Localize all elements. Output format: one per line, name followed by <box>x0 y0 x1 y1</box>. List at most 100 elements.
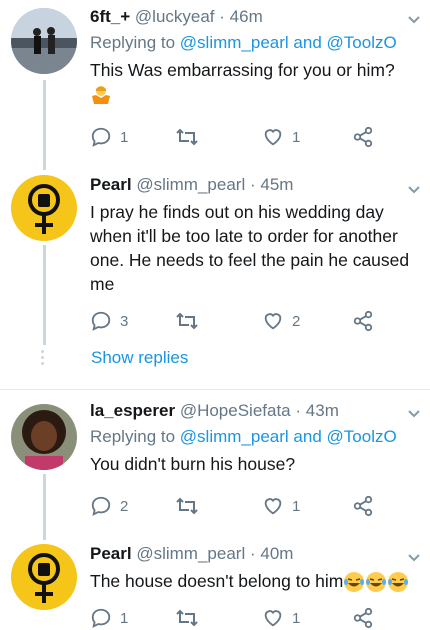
user-handle[interactable]: @slimm_pearl <box>136 544 245 563</box>
like-icon <box>264 498 282 515</box>
retweet-button[interactable] <box>175 309 199 333</box>
share-icon <box>353 607 373 629</box>
separator-dot: · <box>295 401 302 420</box>
tweet-header: la_esperer @HopeSiefata · 43m <box>90 400 418 422</box>
tweet-text: This Was embarrassing for you or him? <box>90 58 418 106</box>
show-replies-link[interactable]: Show replies <box>91 348 188 368</box>
and-label: and <box>293 427 322 446</box>
chevron-down-icon[interactable] <box>406 406 422 422</box>
tweet-text-content: The house doesn't belong to him <box>90 571 344 591</box>
reply-icon <box>91 311 111 331</box>
display-name[interactable]: Pearl <box>90 175 132 194</box>
tweet-header: 6ft_+ @luckyeaf · 46m <box>90 6 418 28</box>
timestamp[interactable]: 40m <box>260 544 293 563</box>
share-button[interactable] <box>352 309 374 333</box>
share-button[interactable] <box>352 606 374 630</box>
separator-dot: · <box>249 544 256 563</box>
mention-link[interactable]: @ToolzO <box>327 427 397 446</box>
timestamp[interactable]: 46m <box>230 7 263 26</box>
avatar-slimm-pearl[interactable] <box>11 544 77 610</box>
share-icon <box>353 310 373 332</box>
timestamp[interactable]: 45m <box>260 175 293 194</box>
display-name[interactable]: 6ft_+ <box>90 7 130 26</box>
tweet-text: You didn't burn his house? <box>90 454 296 474</box>
retweet-button[interactable] <box>175 606 199 630</box>
reply-button[interactable]: 2 <box>90 494 128 518</box>
and-label: and <box>293 33 322 52</box>
mention-link[interactable]: @slimm_pearl <box>180 33 289 52</box>
tweet-1[interactable]: 6ft_+ @luckyeaf · 46m Replying to @slimm… <box>0 0 430 170</box>
tweet-text: The house doesn't belong to him <box>90 569 418 593</box>
like-button[interactable]: 1 <box>262 606 300 630</box>
reply-count: 2 <box>120 497 129 515</box>
tweet-actions: 2 1 <box>90 494 380 518</box>
display-name[interactable]: Pearl <box>90 544 132 563</box>
reply-count: 1 <box>120 609 129 627</box>
tweet-2[interactable]: Pearl @slimm_pearl · 45m I pray he finds… <box>0 170 430 388</box>
reply-count: 1 <box>120 128 129 146</box>
like-count: 2 <box>292 312 301 330</box>
replying-to: Replying to @slimm_pearl and @ToolzO <box>90 426 418 448</box>
like-icon <box>264 313 282 330</box>
retweet-button[interactable] <box>175 125 199 149</box>
user-handle[interactable]: @slimm_pearl <box>136 175 245 194</box>
timestamp[interactable]: 43m <box>306 401 339 420</box>
tweet-4[interactable]: Pearl @slimm_pearl · 40m The house doesn… <box>0 540 430 629</box>
tweet-body: Pearl @slimm_pearl · 40m The house doesn… <box>90 543 418 593</box>
thread-line <box>43 80 46 170</box>
tweet-actions: 3 2 <box>90 309 380 333</box>
tweet-header: Pearl @slimm_pearl · 40m <box>90 543 418 565</box>
retweet-button[interactable] <box>175 494 199 518</box>
avatar-slimm-pearl[interactable] <box>11 175 77 241</box>
feminist-fist-icon <box>28 553 60 603</box>
like-button[interactable]: 2 <box>262 309 300 333</box>
tweet-text-content: This Was embarrassing for you or him? <box>90 60 395 80</box>
like-button[interactable]: 1 <box>262 125 300 149</box>
separator-dot: · <box>249 175 256 194</box>
tweet-actions: 1 1 <box>90 125 380 149</box>
retweet-icon <box>176 128 198 146</box>
reply-button[interactable]: 1 <box>90 125 128 149</box>
user-handle[interactable]: @HopeSiefata <box>180 401 291 420</box>
avatar-hopesiefata[interactable] <box>11 404 77 470</box>
chevron-down-icon[interactable] <box>406 550 422 566</box>
retweet-icon <box>176 497 198 515</box>
like-count: 1 <box>292 128 301 146</box>
laughing-emoji <box>344 572 409 593</box>
share-button[interactable] <box>352 494 374 518</box>
like-icon <box>264 610 282 627</box>
retweet-icon <box>176 312 198 330</box>
reply-count: 3 <box>120 312 129 330</box>
reply-button[interactable]: 1 <box>90 606 128 630</box>
like-count: 1 <box>292 609 301 627</box>
chevron-down-icon[interactable] <box>406 12 422 28</box>
tweet-body: 6ft_+ @luckyeaf · 46m Replying to @slimm… <box>90 6 418 106</box>
chevron-down-icon[interactable] <box>406 182 422 198</box>
thread-line <box>43 245 46 345</box>
like-button[interactable]: 1 <box>262 494 300 518</box>
reply-button[interactable]: 3 <box>90 309 128 333</box>
thread-line <box>43 474 46 540</box>
avatar-luckyeaf[interactable] <box>11 8 77 74</box>
like-icon <box>264 129 282 146</box>
share-icon <box>353 495 373 517</box>
tweet-3[interactable]: la_esperer @HopeSiefata · 43m Replying t… <box>0 390 430 540</box>
replying-to: Replying to @slimm_pearl and @ToolzO <box>90 32 418 54</box>
user-handle[interactable]: @luckyeaf <box>135 7 215 26</box>
feminist-fist-icon <box>28 184 60 234</box>
retweet-icon <box>176 609 198 627</box>
tweet-text: I pray he finds out on his wedding day w… <box>90 202 410 294</box>
tweet-header: Pearl @slimm_pearl · 45m <box>90 174 418 196</box>
shrug-emoji <box>92 86 110 105</box>
replying-to-label: Replying to <box>90 427 176 446</box>
tweet-body: Pearl @slimm_pearl · 45m I pray he finds… <box>90 174 418 296</box>
share-button[interactable] <box>352 125 374 149</box>
like-count: 1 <box>292 497 301 515</box>
avatar-photo <box>11 8 77 74</box>
mention-link[interactable]: @slimm_pearl <box>180 427 289 446</box>
avatar-photo <box>11 404 77 470</box>
display-name[interactable]: la_esperer <box>90 401 175 420</box>
tweet-body: la_esperer @HopeSiefata · 43m Replying t… <box>90 400 418 476</box>
mention-link[interactable]: @ToolzO <box>327 33 397 52</box>
reply-icon <box>91 496 111 516</box>
